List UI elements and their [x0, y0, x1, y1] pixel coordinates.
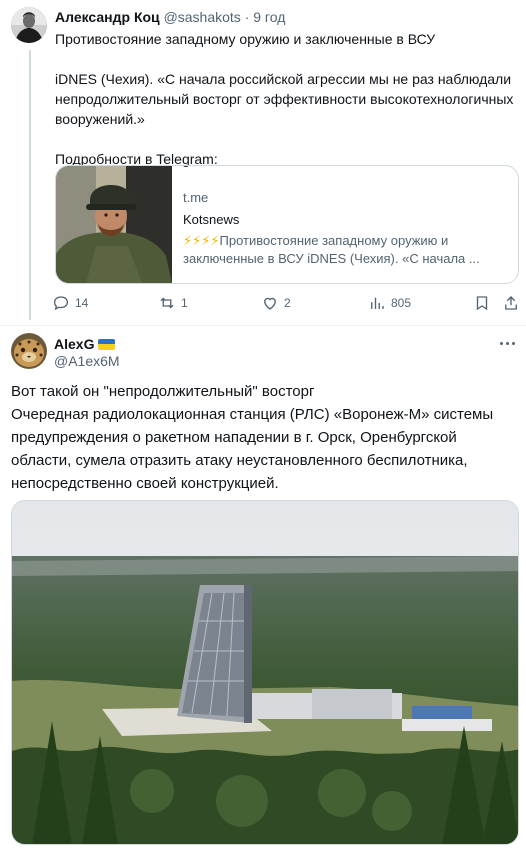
tweet-paragraph: iDNES (Чехия). «С начала российской агре… [55, 71, 514, 127]
author-meta[interactable]: @sashakots · 9 год [164, 9, 286, 25]
share-button[interactable] [502, 292, 525, 314]
card-domain: t.me [183, 190, 209, 205]
reply-button[interactable]: 14 [52, 292, 88, 314]
like-icon [264, 297, 276, 310]
retweet-button[interactable]: 1 [158, 292, 188, 314]
author-name[interactable]: AlexG [54, 336, 94, 352]
ukraine-flag-icon [98, 338, 116, 350]
tweet-text-line: Очередная радиолокационная станция (РЛС)… [11, 406, 494, 423]
author-name-row[interactable]: AlexG [54, 336, 116, 352]
author-name[interactable]: Александр Коц [55, 9, 160, 25]
card-body: t.me Kotsnews ⚡⚡⚡⚡Противостояние западно… [183, 190, 513, 268]
tweet-text-line: непосредственно своей конструкцией. [11, 475, 279, 492]
action-bar: 14 1 2 805 [52, 292, 522, 314]
like-button[interactable]: 2 [261, 292, 291, 314]
bookmark-button[interactable] [473, 292, 496, 314]
tweet-header: Александр Коц @sashakots · 9 год [55, 9, 285, 25]
tweet-text: Вот такой он "непродолжительный" восторг… [11, 380, 516, 495]
views-icon [371, 297, 384, 309]
tweet-paragraph: Противостояние западному оружию и заключ… [55, 31, 436, 47]
card-description: ⚡⚡⚡⚡Противостояние западному оружию и за… [183, 232, 513, 268]
tweet-text-line: Вот такой он "непродолжительный" восторг [11, 383, 315, 400]
tweet-text-line: предупреждения о ракетном нападении в г.… [11, 429, 457, 446]
share-icon [505, 296, 517, 310]
author-avatar[interactable] [11, 333, 47, 369]
card-description-text: Противостояние западному оружию и заключ… [183, 233, 480, 266]
author-avatar[interactable] [11, 7, 47, 43]
views-count: 805 [391, 296, 412, 310]
link-card[interactable]: t.me Kotsnews ⚡⚡⚡⚡Противостояние западно… [55, 165, 519, 284]
card-title: Kotsnews [183, 212, 240, 227]
more-icon [499, 341, 503, 345]
tweet-text-line: области, сумела отразить атаку неустанов… [11, 452, 468, 469]
retweet-count: 1 [181, 296, 188, 310]
thread-line [29, 50, 31, 320]
more-options-button[interactable] [495, 335, 519, 351]
like-count: 2 [284, 296, 291, 310]
reply-count: 14 [75, 296, 89, 310]
tweet-divider [0, 325, 526, 326]
views-button[interactable]: 805 [368, 292, 411, 314]
tweet-photo[interactable] [11, 500, 519, 845]
card-thumbnail [56, 166, 172, 283]
tweet-text: Противостояние западному оружию и заключ… [55, 29, 520, 169]
retweet-icon [160, 297, 174, 309]
reply-icon [53, 296, 69, 311]
author-handle[interactable]: @A1ex6M [54, 353, 120, 369]
lightning-emoji: ⚡⚡⚡⚡ [183, 233, 220, 248]
quoted-tweet[interactable]: Александр Коц @sashakots · 9 год Противо… [0, 0, 526, 325]
bookmark-icon [476, 296, 488, 311]
